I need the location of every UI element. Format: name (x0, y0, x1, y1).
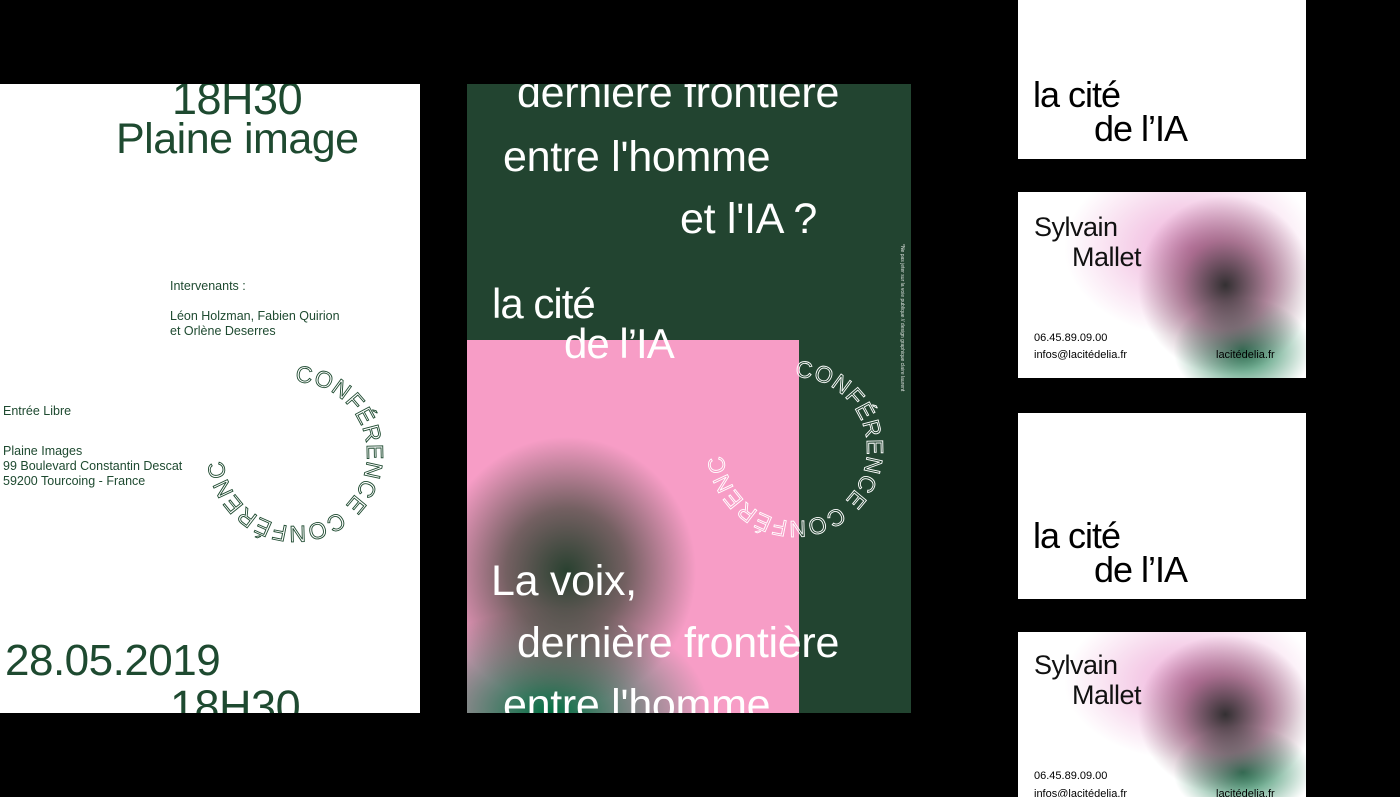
card3-logo-line2: de l’IA (1094, 549, 1188, 590)
card4-email: infos@lacitédelia.fr (1034, 788, 1128, 797)
card2-email: infos@lacitédelia.fr (1034, 349, 1128, 361)
conference-circle-text: CONFÉRENCE CONFÉRENCE (195, 359, 388, 548)
address-line2: 99 Boulevard Constantin Descat (3, 459, 183, 473)
address-line1: Plaine Images (3, 444, 83, 458)
poster2-line2: entre l'homme (503, 133, 771, 181)
poster2-bottom-line2: dernière frontière (517, 619, 840, 667)
poster2-line3: et l'IA ? (680, 195, 817, 243)
poster2-bottom-line3: entre l'homme (503, 681, 771, 714)
speakers-line1: Léon Holzman, Fabien Quirion (170, 309, 340, 323)
circle-textpath: CONFÉRENCE CONFÉRENCE (195, 359, 388, 548)
business-card-2: Sylvain Mallet 06.45.89.09.00 infos@laci… (1018, 632, 1306, 797)
card1-logo-line1: la cité (1033, 74, 1121, 115)
speakers-label: Intervenants : (170, 279, 246, 293)
card1-logo-line2: de l’IA (1094, 108, 1188, 149)
card3-logo-line1: la cité (1033, 515, 1121, 556)
logo-card-top: la cité de l’IA (1018, 0, 1306, 159)
svg-text:CONFÉRENCE CONFÉRENCE: CONFÉRENCE CONFÉRENCE (195, 359, 388, 547)
card2-first-name: Sylvain (1034, 212, 1118, 242)
card4-website: lacitédelia.fr (1216, 788, 1275, 797)
entry-label: Entrée Libre (3, 404, 72, 418)
poster2-logo-line1: la cité (492, 280, 596, 327)
logo-card-bottom: la cité de l’IA (1018, 413, 1306, 599)
poster-white: 18H30 Plaine image Intervenants : Léon H… (0, 84, 420, 713)
poster2-conference-circle: CONFÉRENCE CONFÉRENCE (695, 354, 888, 543)
poster-venue-title: Plaine image (116, 115, 359, 163)
card4-first-name: Sylvain (1034, 650, 1118, 680)
address-line3: 59200 Tourcoing - France (3, 474, 146, 488)
poster2-logo-line2: de l’IA (564, 320, 675, 367)
svg-text:CONFÉRENCE CONFÉRENCE: CONFÉRENCE CONFÉRENCE (695, 354, 888, 542)
circle-textpath-white: CONFÉRENCE CONFÉRENCE (695, 354, 888, 543)
business-card-1: Sylvain Mallet 06.45.89.09.00 infos@laci… (1018, 192, 1306, 378)
side-note: *Ne pas jeter sur la voie publique // de… (899, 244, 905, 392)
card2-last-name: Mallet (1072, 242, 1142, 272)
card4-phone: 06.45.89.09.00 (1034, 770, 1108, 782)
card2-website: lacitédelia.fr (1216, 349, 1275, 361)
poster-date: 28.05.2019 (5, 636, 221, 685)
poster-bottom-time: 18H30 (170, 681, 301, 713)
card2-phone: 06.45.89.09.00 (1034, 332, 1108, 344)
card4-last-name: Mallet (1072, 680, 1142, 710)
poster2-bottom-line1: La voix, (491, 557, 637, 605)
speakers-line2: et Orlène Deserres (170, 324, 276, 338)
poster-green: dernière frontière entre l'homme et l'IA… (467, 84, 911, 713)
poster2-line-top: dernière frontière (517, 84, 840, 117)
